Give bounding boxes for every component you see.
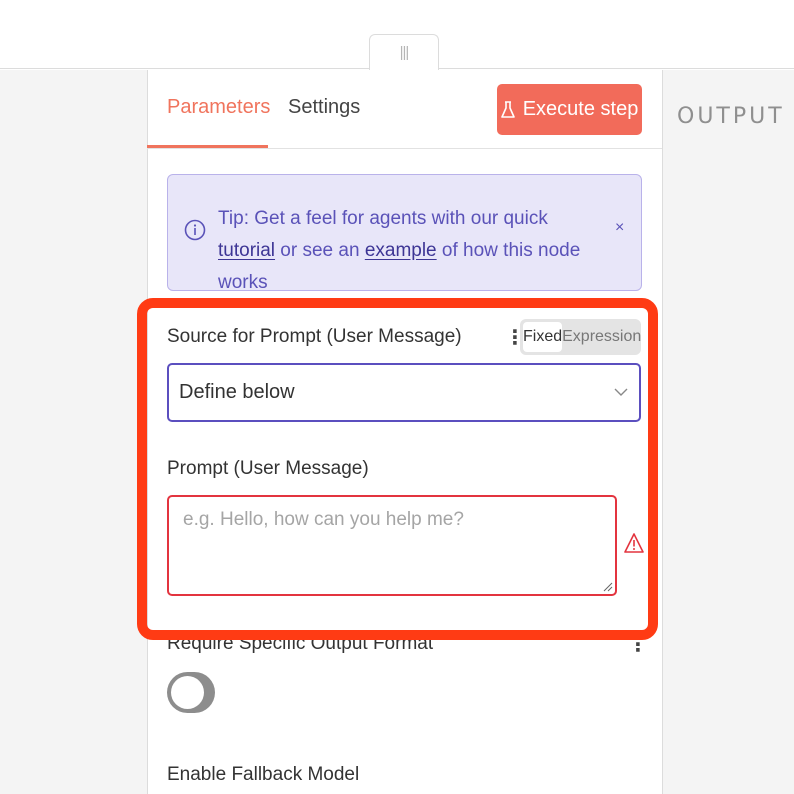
mode-fixed-button[interactable]: Fixed <box>523 322 563 352</box>
prompt-textarea[interactable]: e.g. Hello, how can you help me? <box>167 495 617 596</box>
execute-step-label: Execute step <box>522 98 639 120</box>
prompt-placeholder: e.g. Hello, how can you help me? <box>183 509 464 530</box>
source-prompt-select[interactable]: Define below <box>167 363 641 422</box>
switch-knob <box>171 676 204 709</box>
tip-text: Tip: Get a feel for agents with our quic… <box>218 203 608 299</box>
drag-handle[interactable]: ||| <box>369 34 439 70</box>
tabs-divider <box>147 148 662 149</box>
output-format-label: Require Specific Output Format <box>167 633 434 654</box>
prompt-label: Prompt (User Message) <box>167 458 369 479</box>
parameter-mode-toggle: Fixed Expression <box>520 319 641 355</box>
execute-step-button[interactable]: Execute step <box>497 84 642 135</box>
close-tip-button[interactable]: × <box>615 219 624 237</box>
tip-text-2: or see an <box>275 240 365 261</box>
info-icon <box>184 219 206 241</box>
tutorial-link[interactable]: tutorial <box>218 240 275 261</box>
output-format-switch[interactable] <box>167 672 215 713</box>
tip-text-1: Tip: Get a feel for agents with our quic… <box>218 208 548 229</box>
fallback-model-label: Enable Fallback Model <box>167 764 360 785</box>
output-label: OUTPUT <box>677 104 785 129</box>
resize-grip-icon[interactable] <box>601 580 613 592</box>
output-format-options-icon[interactable]: ⋮ <box>628 632 648 657</box>
tab-parameters[interactable]: Parameters <box>167 96 270 119</box>
flask-icon <box>500 100 515 118</box>
chevron-down-icon <box>614 388 628 396</box>
source-prompt-label: Source for Prompt (User Message) <box>167 326 462 347</box>
tip-callout: Tip: Get a feel for agents with our quic… <box>167 174 642 293</box>
input-pane <box>0 70 147 794</box>
mode-expression-button[interactable]: Expression <box>562 328 641 346</box>
output-pane <box>662 70 794 794</box>
example-link[interactable]: example <box>365 240 437 261</box>
warning-icon <box>624 533 644 553</box>
tab-settings[interactable]: Settings <box>288 96 360 119</box>
source-prompt-value: Define below <box>179 381 295 403</box>
